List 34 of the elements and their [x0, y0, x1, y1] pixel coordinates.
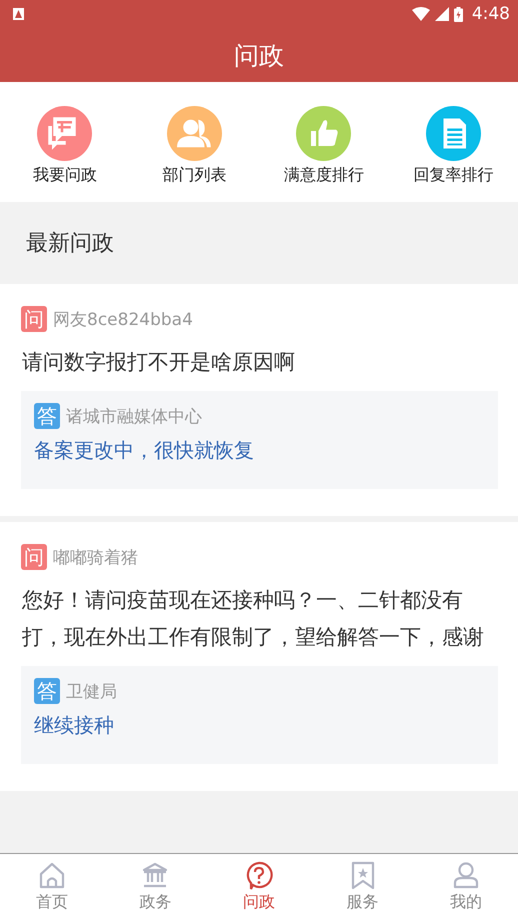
question-text: 您好！请问疫苗现在还接种吗？一、二针都没有打，现在外出工作有限制了，望给解答一下，感谢 [22, 587, 485, 651]
department-name: 诸城市融媒体中心 [66, 406, 202, 428]
answer-text: 备案更改中，很快就恢复 [34, 437, 255, 464]
quick-menu-item[interactable]: 回复率排行 [388, 106, 518, 202]
page-title: 问政 [234, 40, 284, 72]
department-name: 卫健局 [66, 680, 117, 702]
answer-badge: 答 [34, 678, 60, 704]
wifi-icon [412, 7, 430, 21]
notification-icon [13, 8, 24, 20]
signal-icon [434, 7, 449, 21]
nav-tab[interactable]: 我的 [414, 854, 518, 920]
quick-menu-item[interactable]: 满意度排行 [259, 106, 388, 202]
question-badge: 问 [21, 306, 47, 332]
question-card[interactable]: 问 网友8ce824bba4 请问数字报打不开是啥原因啊 答 诸城市融媒体中心 备案更改中，很快就恢复 [0, 284, 518, 516]
nav-tab[interactable]: 服务 [310, 854, 414, 920]
answer-badge: 答 [34, 403, 60, 429]
question-text: 请问数字报打不开是啥原因啊 [22, 349, 296, 376]
quick-menu-item[interactable]: 部门列表 [130, 106, 259, 202]
question-badge: 问 [21, 544, 47, 570]
user-name: 嘟嘟骑着猪 [53, 546, 138, 568]
home-icon [38, 861, 66, 890]
user-icon [452, 861, 480, 890]
nav-tab[interactable]: 政务 [104, 854, 208, 920]
answer-text: 继续接种 [34, 712, 115, 739]
user-name: 网友8ce824bba4 [53, 308, 193, 330]
nav-tab[interactable]: 首页 [0, 854, 104, 920]
battery-icon [454, 6, 463, 22]
section-title: 最新问政 [26, 230, 114, 258]
question-bubble-icon [244, 861, 273, 890]
status-time: 4:48 [472, 4, 510, 24]
nav-tab[interactable]: 问政 [207, 854, 311, 920]
quick-menu-item[interactable]: 我要问政 [0, 106, 130, 202]
bank-icon [141, 861, 170, 890]
question-card[interactable]: 问 嘟嘟骑着猪 您好！请问疫苗现在还接种吗？一、二针都没有打，现在外出工作有限制了，望给解答一下，感谢 答 卫健局 继续接种 [0, 522, 518, 791]
